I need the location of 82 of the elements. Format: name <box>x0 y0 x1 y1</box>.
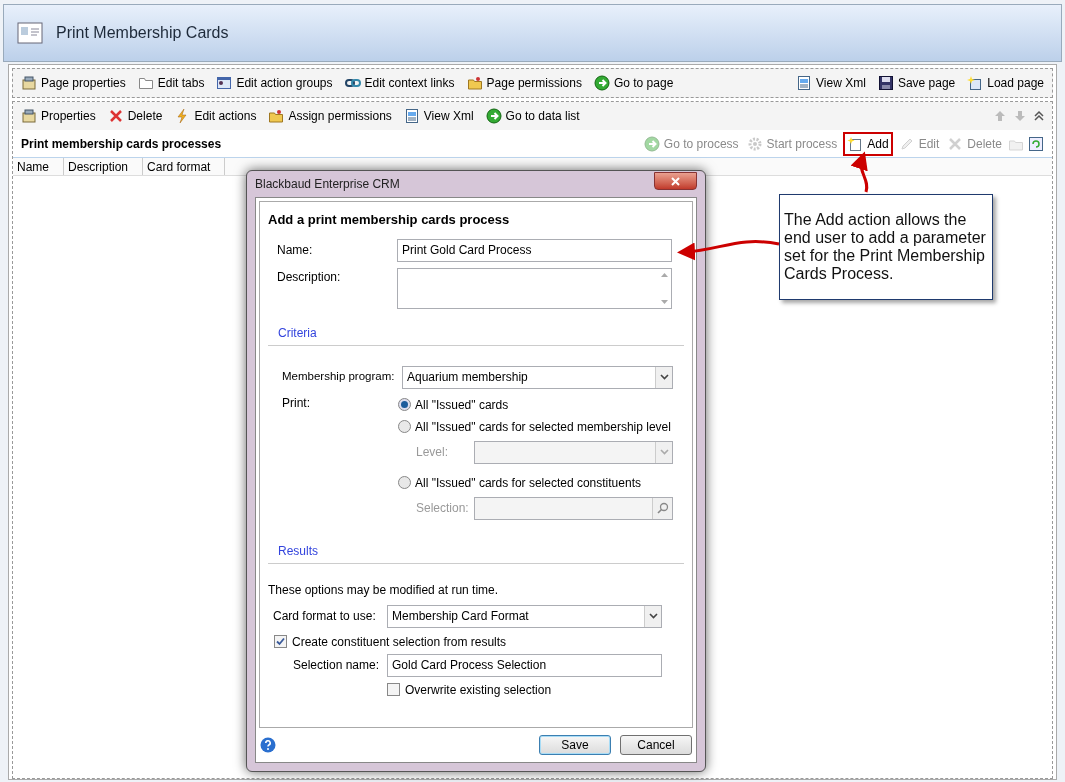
radio-button[interactable] <box>398 420 411 433</box>
toolbar-button[interactable]: Load page <box>963 74 1048 92</box>
toolbar-button[interactable]: Go to page <box>589 74 678 92</box>
column-header[interactable]: Description <box>64 158 144 175</box>
toolbar-button[interactable]: Edit action groups <box>212 74 337 92</box>
properties-icon <box>21 108 37 124</box>
down-arrow-icon[interactable] <box>1014 110 1026 122</box>
card-format-dropdown[interactable]: Membership Card Format <box>387 604 662 628</box>
radio-button[interactable] <box>398 398 411 411</box>
cross-icon <box>947 135 964 152</box>
toolbar-button[interactable]: Properties <box>17 107 100 125</box>
dialog-button[interactable]: Save <box>539 735 611 755</box>
action-button[interactable]: Add <box>843 131 893 156</box>
scroll-down-icon[interactable] <box>660 299 668 304</box>
level-dropdown[interactable] <box>474 440 673 464</box>
field-label: Name: <box>277 242 314 259</box>
field-label: Level: <box>416 444 450 461</box>
scroll-up-icon[interactable] <box>660 272 668 277</box>
list-title: Print membership cards processes <box>21 135 222 153</box>
window-icon <box>216 75 233 91</box>
toolbar-button[interactable]: Edit tabs <box>133 74 209 92</box>
program-dropdown[interactable]: Aquarium membership <box>402 365 673 389</box>
folder-key-icon <box>466 75 483 91</box>
name-field[interactable]: Print Gold Card Process <box>397 238 672 262</box>
toolbar-button[interactable]: Edit context links <box>340 74 459 92</box>
column-header[interactable]: Card format <box>143 158 226 175</box>
document-icon <box>403 108 420 124</box>
close-button[interactable] <box>654 172 697 190</box>
section-heading: Criteria <box>278 325 317 340</box>
checkbox-label: Overwrite existing selection <box>405 681 552 699</box>
document-icon <box>796 75 813 91</box>
folder-icon <box>137 75 154 91</box>
toolbar-button[interactable]: Save page <box>873 74 960 92</box>
dialog-title: Blackbaud Enterprise CRM <box>255 176 400 193</box>
callout-box: The Add action allows the end user to add a parameter set for the Print Membership Cards Process. <box>779 194 993 300</box>
folder-key-icon <box>268 108 285 124</box>
checkbox[interactable] <box>387 683 400 696</box>
cross-icon <box>107 108 124 124</box>
radio-label: All "Issued" cards <box>415 396 509 414</box>
checkbox-label: Create constituent selection from results <box>292 633 507 651</box>
callout-arrow <box>851 151 869 193</box>
toolbar-button[interactable]: Go to data list <box>481 107 584 125</box>
radio-button[interactable] <box>398 476 411 489</box>
toolbar-button[interactable]: Assign permissions <box>264 107 396 125</box>
description-field[interactable] <box>397 267 672 309</box>
toolbar-button[interactable]: View Xml <box>792 74 870 92</box>
close-icon <box>671 176 680 186</box>
field-label: Membership program: <box>282 369 396 385</box>
caret-icon <box>659 374 669 380</box>
document-sparkle-icon <box>967 75 984 91</box>
selection-name-field[interactable]: Gold Card Process Selection <box>387 653 662 677</box>
properties-icon <box>21 75 37 91</box>
field-label: Card format to use: <box>273 608 377 625</box>
help-icon[interactable] <box>260 737 276 753</box>
caret-icon <box>659 449 669 455</box>
dialog-heading: Add a print membership cards process <box>268 211 511 229</box>
collapse-icon[interactable] <box>1034 110 1044 122</box>
caret-icon <box>648 613 658 619</box>
radio-label: All "Issued" cards for selected membership level <box>415 418 671 436</box>
radio-label: All "Issued" cards for selected constituents <box>415 474 641 492</box>
toolbar-button[interactable]: Delete <box>103 107 167 125</box>
window-title: Print Membership Cards <box>56 23 229 43</box>
column-header[interactable]: Name <box>13 158 64 175</box>
toolbar-button[interactable]: Page properties <box>17 74 130 92</box>
field-label: Description: <box>277 268 342 286</box>
field-label: Print: <box>282 394 311 412</box>
id-card-icon <box>16 19 44 47</box>
field-label: Selection: <box>416 500 470 517</box>
note-text: These options may be modified at run time. <box>268 581 500 599</box>
toolbar-button[interactable]: Edit actions <box>170 107 261 125</box>
search-field[interactable] <box>474 496 673 520</box>
refresh-icon[interactable] <box>1028 135 1044 152</box>
dialog-button[interactable]: Cancel <box>620 735 692 755</box>
toolbar-button[interactable]: Page permissions <box>462 74 586 92</box>
checkbox[interactable] <box>274 635 287 648</box>
gear-icon <box>746 135 763 152</box>
field-label: Selection name: <box>293 657 381 674</box>
search-icon <box>656 502 669 514</box>
section-heading: Results <box>278 543 318 558</box>
up-arrow-icon[interactable] <box>994 110 1006 122</box>
new-document-icon <box>847 135 864 152</box>
toolbar-button[interactable]: View Xml <box>399 107 478 125</box>
